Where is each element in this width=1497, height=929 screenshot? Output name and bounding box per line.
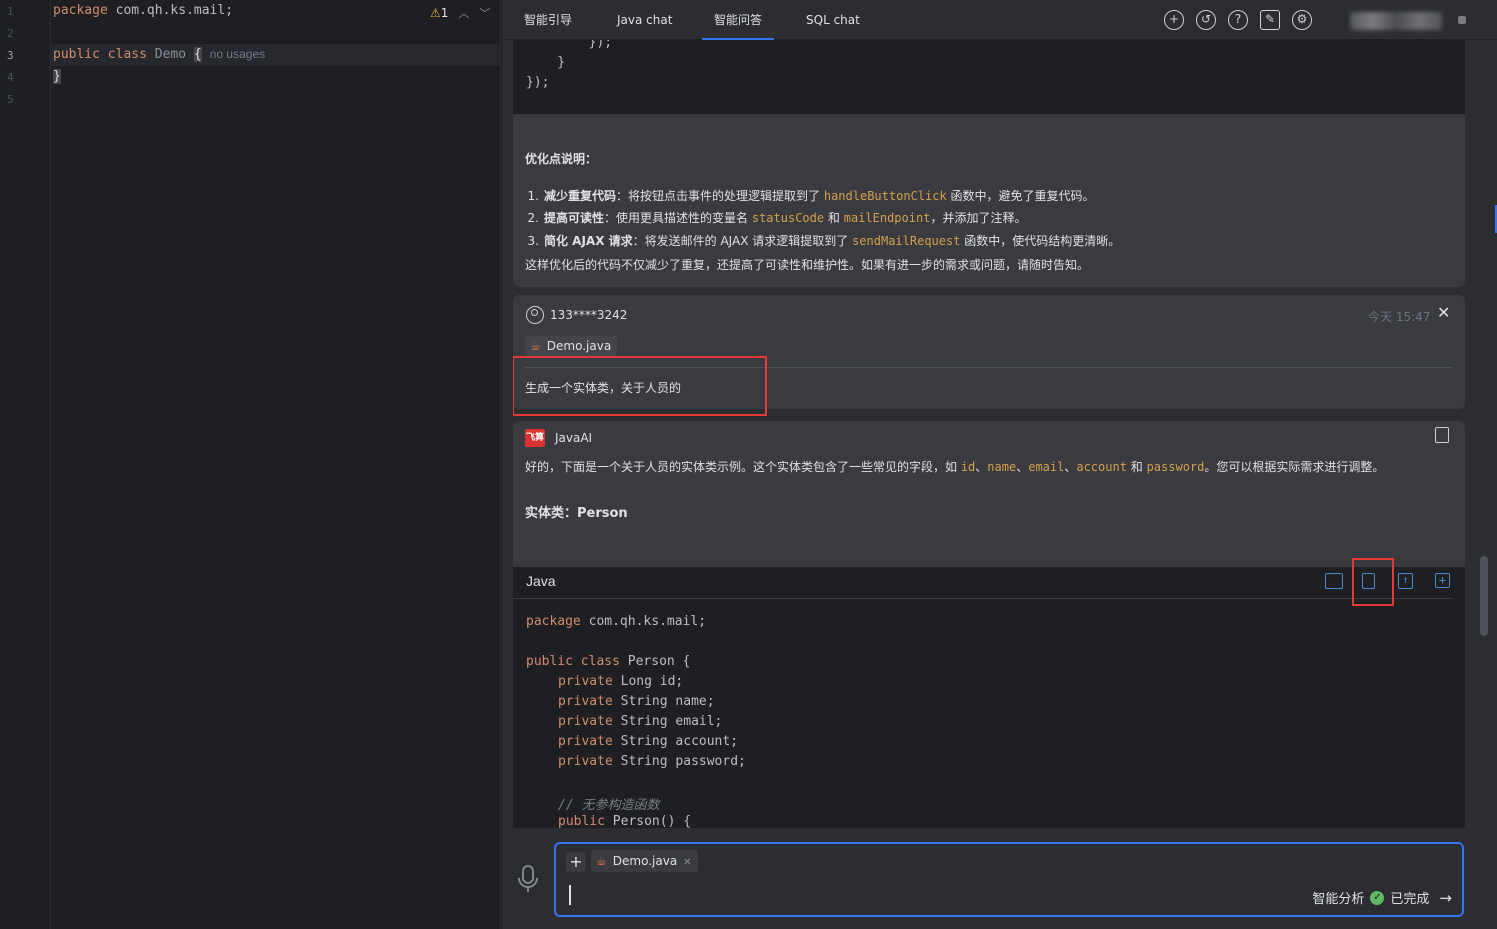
code-line: private String name; bbox=[558, 694, 715, 709]
divider bbox=[513, 598, 1453, 599]
history-icon[interactable]: ↺ bbox=[1196, 10, 1216, 30]
code-block: }); } }); bbox=[513, 40, 1465, 114]
line-gutter: 1 2 3 4 5 bbox=[0, 0, 51, 929]
code-line: public class Person { bbox=[526, 654, 691, 669]
list-item: 2. 提高可读性：使用更具描述性的变量名 statusCode 和 mailEnd… bbox=[527, 211, 1027, 225]
tab-java-chat[interactable]: Java chat bbox=[617, 0, 672, 40]
java-code-block[interactable]: Java ↑ + package com.qh.ks.mail; public … bbox=[513, 567, 1465, 828]
code-line: private Long id; bbox=[558, 674, 684, 689]
highlight-box-user-message bbox=[513, 356, 767, 416]
new-file-icon[interactable]: + bbox=[1435, 573, 1450, 588]
summary-text: 这样优化后的代码不仅减少了重复，还提高了可读性和维护性。如果有进一步的需求或问题… bbox=[525, 258, 1090, 272]
menu-icon[interactable] bbox=[1458, 16, 1466, 24]
status-label: 已完成 bbox=[1390, 892, 1430, 907]
java-file-icon: ☕ bbox=[596, 854, 607, 868]
close-icon[interactable]: ✕ bbox=[1437, 303, 1450, 322]
tab-guide[interactable]: 智能引导 bbox=[524, 0, 572, 40]
scrollbar[interactable] bbox=[1480, 556, 1488, 636]
check-icon: ✓ bbox=[1370, 890, 1385, 905]
previous-answer-card: }); } }); 优化点说明： 1. 减少重复代码：将按钮点击事件的处理逻辑提取… bbox=[513, 40, 1465, 287]
line-number: 4 bbox=[7, 71, 14, 84]
code-editor[interactable]: 1 2 3 4 5 package com.qh.ks.mail; public… bbox=[0, 0, 501, 929]
chat-history[interactable]: }); } }); 优化点说明： 1. 减少重复代码：将按钮点击事件的处理逻辑提取… bbox=[513, 40, 1465, 828]
avatar[interactable] bbox=[1350, 12, 1442, 30]
file-chip[interactable]: ☕ Demo.java bbox=[525, 336, 618, 356]
ai-answer-card: 飞算 JavaAI 好的，下面是一个关于人员的实体类示例。这个实体类包含了一些常… bbox=[513, 421, 1465, 828]
highlight-box-copy-code bbox=[1352, 558, 1394, 606]
line-number: 1 bbox=[7, 5, 14, 18]
chevron-up-icon[interactable]: ︿ bbox=[458, 5, 469, 21]
tab-bar: 智能引导 Java chat 智能问答 SQL chat + ↺ ? ✎ ⚙ bbox=[502, 0, 1497, 40]
code-line-3[interactable]: public class Demo {no usages bbox=[53, 47, 265, 62]
ai-chat-panel: 智能引导 Java chat 智能问答 SQL chat + ↺ ? ✎ ⚙ }… bbox=[502, 0, 1497, 929]
code-line-4[interactable]: } bbox=[53, 69, 61, 84]
edit-icon[interactable]: ✎ bbox=[1260, 10, 1280, 30]
remove-file-icon[interactable]: ✕ bbox=[683, 857, 691, 868]
list-item: 3. 简化 AJAX 请求：将发送邮件的 AJAX 请求逻辑提取到了 sendMa… bbox=[527, 234, 1121, 248]
code-line: public Person() { bbox=[558, 814, 692, 828]
tab-smart-qa[interactable]: 智能问答 bbox=[701, 0, 775, 40]
line-number: 2 bbox=[7, 27, 14, 40]
analysis-status: 智能分析 ✓ 已完成 → bbox=[1312, 888, 1452, 908]
line-number: 3 bbox=[7, 49, 14, 62]
insert-at-cursor-icon[interactable]: ↑ bbox=[1398, 573, 1413, 589]
code-line: private String email; bbox=[558, 714, 723, 729]
usage-hint[interactable]: no usages bbox=[210, 47, 265, 61]
code-line: package com.qh.ks.mail; bbox=[526, 614, 707, 629]
code-comment: // 无参构造函数 bbox=[558, 798, 660, 813]
help-icon[interactable]: ? bbox=[1228, 10, 1248, 30]
warning-icon: ⚠ bbox=[430, 6, 441, 20]
ai-intro-text: 好的，下面是一个关于人员的实体类示例。这个实体类包含了一些常见的字段，如 id、… bbox=[525, 460, 1385, 474]
attached-file-chip[interactable]: ☕ Demo.java ✕ bbox=[591, 850, 698, 872]
warning-indicator[interactable]: ⚠1 bbox=[430, 6, 448, 20]
entity-heading: 实体类：Person bbox=[525, 506, 628, 521]
add-context-button[interactable]: + bbox=[566, 852, 586, 872]
code-language-label: Java bbox=[526, 573, 556, 589]
diff-icon[interactable] bbox=[1325, 573, 1343, 589]
add-icon[interactable]: + bbox=[1164, 10, 1184, 30]
copy-icon[interactable] bbox=[1435, 427, 1449, 443]
microphone-icon[interactable] bbox=[516, 864, 540, 894]
user-icon bbox=[526, 306, 544, 324]
inspection-widget[interactable]: ⚠1 ︿ ﹀ bbox=[430, 5, 490, 21]
code-line: private String account; bbox=[558, 734, 739, 749]
mode-label[interactable]: 智能分析 bbox=[1312, 888, 1364, 907]
java-file-icon: ☕ bbox=[530, 339, 541, 353]
tab-sql-chat[interactable]: SQL chat bbox=[806, 0, 860, 40]
send-icon[interactable]: → bbox=[1439, 889, 1452, 907]
list-item: 1. 减少重复代码：将按钮点击事件的处理逻辑提取到了 handleButtonCl… bbox=[527, 189, 1095, 203]
chat-input[interactable]: + ☕ Demo.java ✕ 智能分析 ✓ 已完成 → bbox=[554, 842, 1464, 917]
ai-name: JavaAI bbox=[555, 431, 593, 445]
text-cursor bbox=[569, 885, 571, 905]
code-line-1[interactable]: package com.qh.ks.mail; bbox=[53, 3, 233, 18]
user-name: 133****3242 bbox=[550, 308, 628, 322]
message-time: 今天 15:47 bbox=[1368, 310, 1431, 324]
code-line: private String password; bbox=[558, 754, 746, 769]
settings-icon[interactable]: ⚙ bbox=[1292, 10, 1312, 30]
line-number: 5 bbox=[7, 93, 14, 106]
section-heading: 优化点说明： bbox=[525, 152, 598, 166]
chevron-down-icon[interactable]: ﹀ bbox=[479, 5, 490, 21]
javaai-logo: 飞算 bbox=[525, 429, 545, 447]
